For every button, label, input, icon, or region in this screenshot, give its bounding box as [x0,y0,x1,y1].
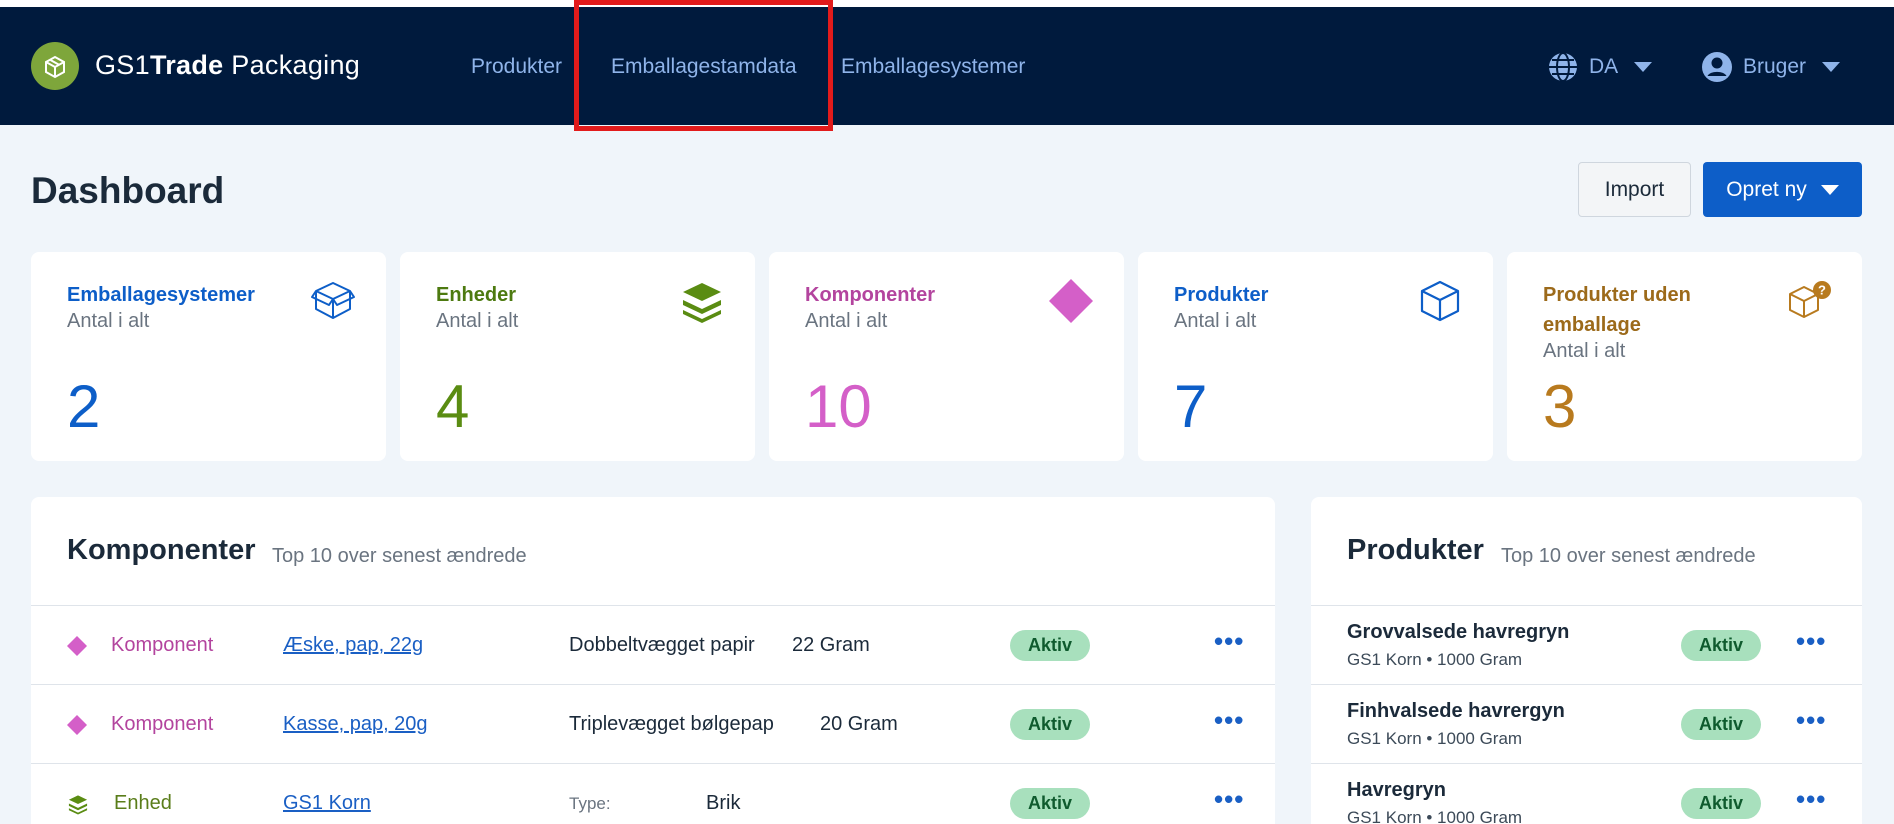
stat-sublabel: Antal i alt [67,310,150,332]
stat-sublabel: Antal i alt [436,310,519,332]
language-label: DA [1589,55,1619,78]
table-row[interactable]: Komponent Æske, pap, 22g Dobbeltvægget p… [31,606,1275,685]
cube-icon [1420,280,1460,322]
row-weight: 20 Gram [820,713,898,735]
product-meta: GS1 Korn • 1000 Gram [1347,650,1523,669]
table-row[interactable]: Enhed GS1 Korn Type: Brik Aktiv ••• [31,764,1275,824]
stat-value: 2 [67,373,101,440]
user-menu[interactable]: Bruger [1701,47,1841,87]
panel-title: Produkter [1347,534,1484,566]
stat-sublabel: Antal i alt [1174,310,1257,332]
brand-name[interactable]: GS1Trade Packaging [95,50,360,81]
panel-title: Komponenter [67,534,256,566]
status-badge: Aktiv [1010,630,1091,661]
row-type-value: Brik [706,792,741,814]
product-name[interactable]: Havregryn [1347,779,1446,802]
stat-label: Emballagesystemer [67,284,255,306]
list-item[interactable]: Finhvalsede havrergyn GS1 Korn • 1000 Gr… [1311,685,1862,764]
row-material: Dobbeltvægget papir [569,634,755,656]
row-name-link[interactable]: Kasse, pap, 20g [283,713,428,736]
product-meta: GS1 Korn • 1000 Gram [1347,729,1523,748]
more-options-icon[interactable]: ••• [1214,705,1244,736]
products-panel: Produkter Top 10 over senest ændrede Gro… [1311,497,1862,824]
table-row[interactable]: Komponent Kasse, pap, 20g Triplevægget b… [31,685,1275,764]
more-options-icon[interactable]: ••• [1796,626,1826,657]
stat-value: 10 [805,373,872,440]
language-selector[interactable]: DA [1547,47,1653,87]
panel-subtitle: Top 10 over senest ændrede [1501,545,1756,567]
row-material: Triplevægget bølgepap [569,713,774,735]
row-weight: 22 Gram [792,634,870,656]
globe-icon [1549,52,1577,82]
more-options-icon[interactable]: ••• [1796,705,1826,736]
list-item[interactable]: Grovvalsede havregryn GS1 Korn • 1000 Gr… [1311,606,1862,685]
row-kind: Enhed [114,792,172,814]
status-badge: Aktiv [1010,788,1091,819]
product-name[interactable]: Grovvalsede havregryn [1347,621,1569,644]
stat-label: Produkter [1174,284,1269,306]
stat-value: 4 [436,373,470,440]
row-name-link[interactable]: GS1 Korn [283,792,371,815]
stat-sublabel: Antal i alt [1543,340,1626,362]
highlight-box [574,0,833,131]
chevron-down-icon [1822,62,1841,72]
row-name-link[interactable]: Æske, pap, 22g [283,634,423,657]
layers-icon [68,795,88,815]
diamond-icon [67,715,87,735]
components-panel: Komponenter Top 10 over senest ændrede K… [31,497,1275,824]
user-label: Bruger [1743,55,1807,78]
create-new-button[interactable]: Opret ny [1703,162,1862,217]
stat-card-komponenter[interactable]: Komponenter Antal i alt 10 [769,252,1124,461]
more-options-icon[interactable]: ••• [1214,626,1244,657]
more-options-icon[interactable]: ••• [1214,784,1244,815]
product-name[interactable]: Finhvalsede havrergyn [1347,700,1565,723]
page-title: Dashboard [31,170,225,211]
stat-card-produkter[interactable]: Produkter Antal i alt 7 [1138,252,1493,461]
row-kind: Komponent [111,634,214,656]
status-badge: Aktiv [1010,709,1091,740]
stat-value: 3 [1543,373,1577,440]
stat-label: Produkter uden emballage [1543,284,1691,336]
status-badge: Aktiv [1681,630,1762,661]
import-button[interactable]: Import [1578,162,1691,217]
diamond-icon [67,636,87,656]
top-navbar: GS1Trade Packaging Produkter Emballagest… [0,7,1894,125]
stat-card-emballagesystemer[interactable]: Emballagesystemer Antal i alt 2 [31,252,386,461]
row-type-label: Type: [569,793,611,813]
top-strip [0,0,1894,7]
stat-card-produkter-uden-emballage[interactable]: Produkter uden emballage Antal i alt 3 ? [1507,252,1862,461]
row-kind: Komponent [111,713,214,735]
chevron-down-icon [1820,184,1839,195]
product-meta: GS1 Korn • 1000 Gram [1347,808,1523,824]
panel-subtitle: Top 10 over senest ændrede [272,545,527,567]
diamond-icon [1049,279,1093,323]
list-item[interactable]: Havregryn GS1 Korn • 1000 Gram Aktiv ••• [1311,764,1862,824]
stat-sublabel: Antal i alt [805,310,888,332]
status-badge: Aktiv [1681,788,1762,819]
logo-icon[interactable] [31,42,79,90]
svg-text:?: ? [1818,283,1826,298]
stat-card-enheder[interactable]: Enheder Antal i alt 4 [400,252,755,461]
stat-label: Komponenter [805,284,935,306]
brand-bold: Trade [149,50,224,80]
create-new-label: Opret ny [1726,177,1807,201]
brand-prefix: GS1 [95,50,150,80]
cube-question-icon: ? [1789,281,1831,318]
nav-link-produkter[interactable]: Produkter [471,55,562,79]
chevron-down-icon [1634,62,1653,72]
layers-icon [683,283,721,323]
nav-link-emballagesystemer[interactable]: Emballagesystemer [841,55,1025,79]
status-badge: Aktiv [1681,709,1762,740]
user-avatar-icon [1702,52,1732,82]
brand-suffix: Packaging [223,50,361,80]
more-options-icon[interactable]: ••• [1796,784,1826,815]
stat-value: 7 [1174,373,1208,440]
box-outline-icon [311,282,355,319]
stat-label: Enheder [436,284,517,306]
